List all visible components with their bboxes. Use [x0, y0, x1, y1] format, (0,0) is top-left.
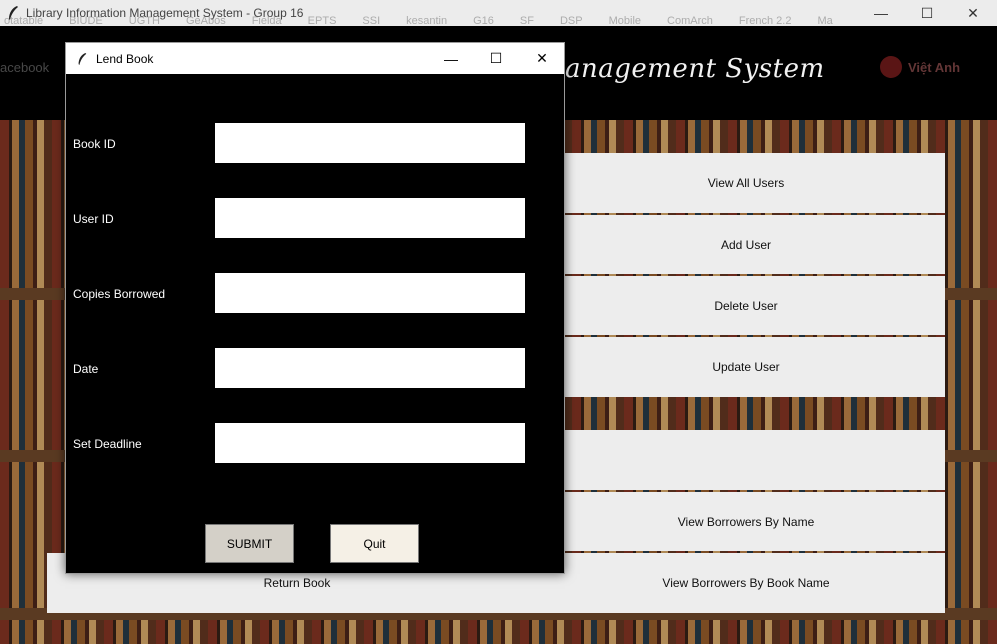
view-all-users-label: View All Users — [707, 176, 785, 190]
maximize-button[interactable]: ☐ — [904, 0, 950, 26]
dialog-titlebar[interactable]: Lend Book — ☐ ✕ — [66, 43, 564, 74]
date-label: Date — [73, 362, 99, 376]
main-window-title: Library Information Management System - … — [26, 6, 304, 20]
feather-icon — [78, 52, 87, 65]
update-user-label: Update User — [712, 360, 780, 374]
dialog-title: Lend Book — [96, 51, 154, 66]
ghost-profile-name: Việt Anh — [908, 59, 961, 75]
user-id-input[interactable] — [215, 198, 525, 238]
view-all-users-button[interactable]: View All Users — [547, 153, 945, 213]
book-id-input[interactable] — [215, 123, 525, 163]
add-user-button[interactable]: Add User — [547, 215, 945, 274]
delete-user-label: Delete User — [714, 298, 778, 313]
return-book-label: Return Book — [263, 576, 331, 590]
dialog-maximize-button[interactable]: ☐ — [473, 43, 519, 74]
app-heading: anagement System — [565, 54, 825, 84]
dialog-minimize-button[interactable]: — — [428, 43, 474, 74]
ghost-text: acebook — [0, 60, 50, 75]
delete-user-button[interactable]: Delete User — [547, 276, 945, 335]
copies-borrowed-label: Copies Borrowed — [73, 287, 166, 301]
view-borrowers-by-book-name-label: View Borrowers By Book Name — [662, 576, 830, 590]
main-window-titlebar[interactable]: Library Information Management System - … — [0, 0, 997, 27]
view-borrowers-by-book-name-button[interactable]: View Borrowers By Book Name — [547, 553, 945, 613]
close-button[interactable]: ✕ — [950, 0, 996, 26]
menu-button-blank[interactable] — [547, 430, 945, 490]
set-deadline-input[interactable] — [215, 423, 525, 463]
date-input[interactable] — [215, 348, 525, 388]
quit-button[interactable]: Quit — [330, 524, 419, 563]
book-id-label: Book ID — [73, 137, 116, 151]
submit-button[interactable]: SUBMIT — [205, 524, 294, 563]
view-borrowers-by-name-button[interactable]: View Borrowers By Name — [547, 492, 945, 551]
view-borrowers-by-name-label: View Borrowers By Name — [677, 514, 815, 529]
ghost-profile: Việt Anh — [880, 56, 960, 78]
add-user-label: Add User — [720, 237, 772, 252]
set-deadline-label: Set Deadline — [73, 437, 142, 451]
copies-borrowed-input[interactable] — [215, 273, 525, 313]
user-id-label: User ID — [73, 212, 114, 226]
dialog-close-button[interactable]: ✕ — [519, 43, 565, 74]
minimize-button[interactable]: — — [858, 0, 904, 26]
avatar — [880, 56, 902, 78]
lend-book-dialog: Lend Book — ☐ ✕ Book ID User ID Copies B… — [65, 42, 565, 574]
update-user-button[interactable]: Update User — [547, 337, 945, 397]
feather-icon — [9, 6, 18, 20]
